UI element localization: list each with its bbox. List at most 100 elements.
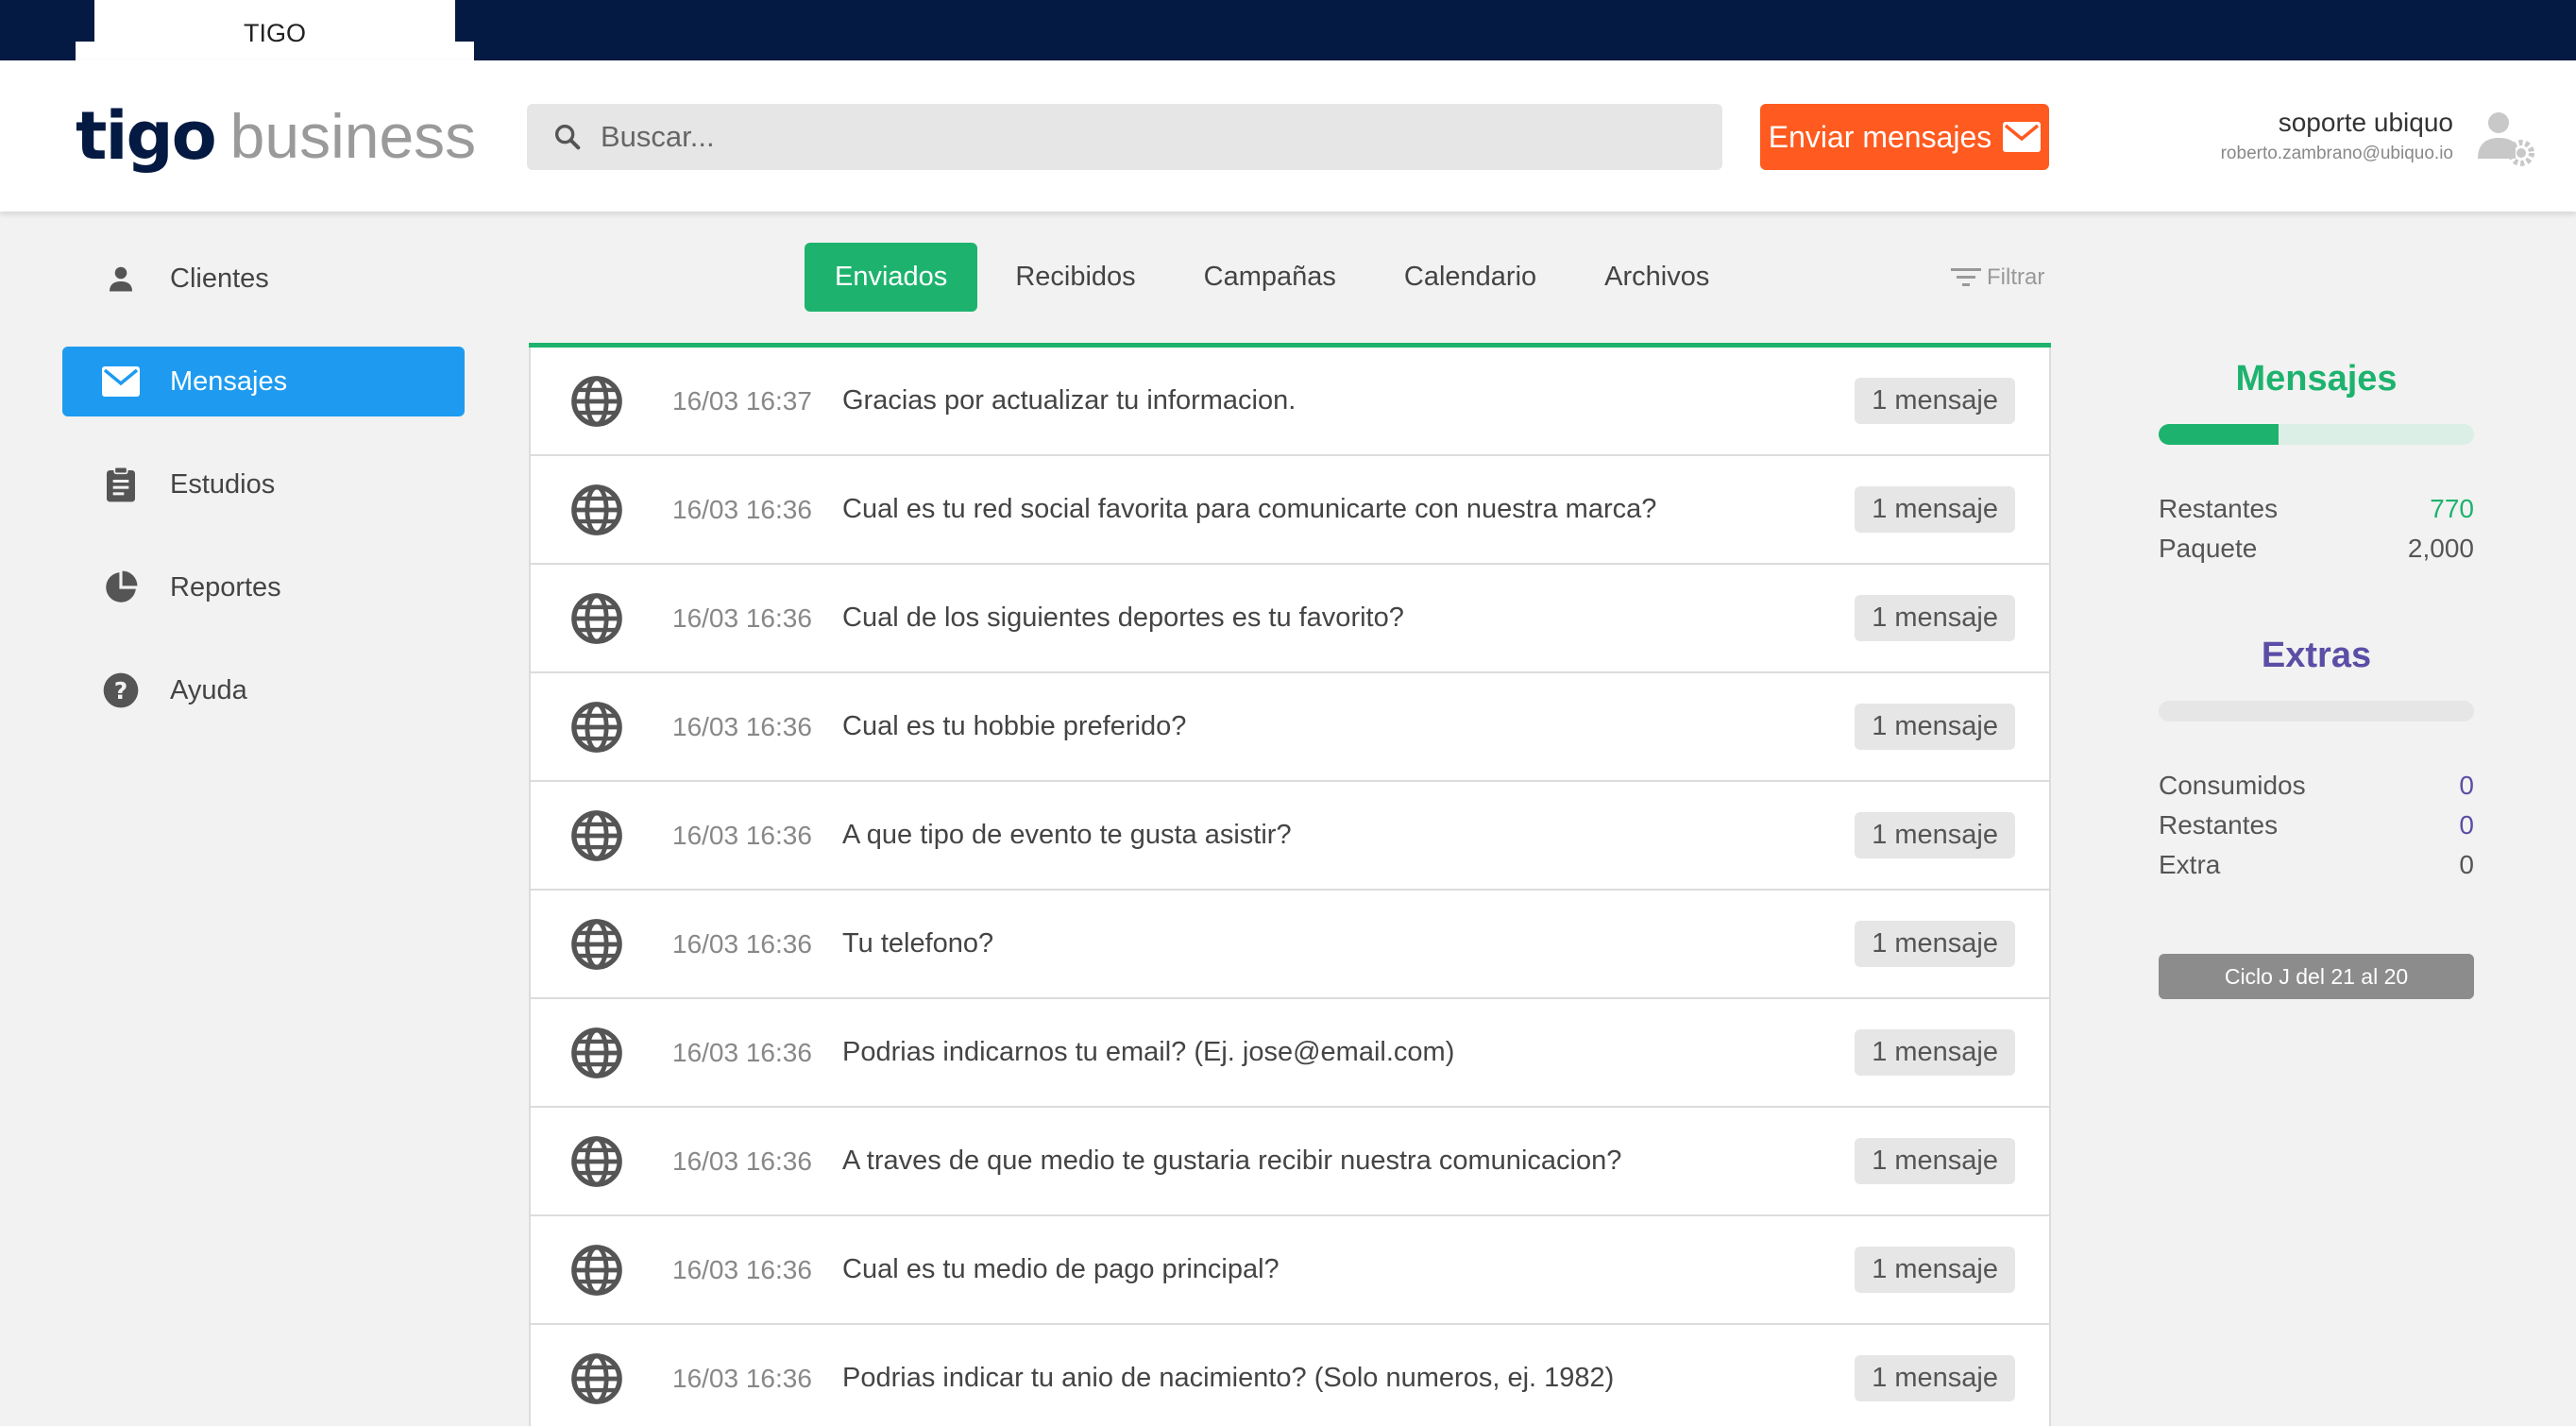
message-text: A traves de que medio te gustaria recibi… [842,1146,1622,1176]
globe-icon [568,1025,625,1081]
message-row[interactable]: 16/03 16:36 Podrias indicarnos tu email? … [529,999,2051,1108]
tab-enviados[interactable]: Enviados [805,243,978,312]
paquete-value: 2,000 [2407,534,2474,563]
message-row[interactable]: 16/03 16:36 A traves de que medio te gust… [529,1108,2051,1216]
message-count-badge: 1 mensaje [1855,704,2015,750]
filter-label: Filtrar [1987,264,2045,290]
window-tab-tigo[interactable]: TIGO [76,0,474,66]
message-text: Cual es tu hobbie preferido? [842,711,1187,741]
message-row[interactable]: 16/03 16:36 Cual de los siguientes deport… [529,565,2051,673]
svg-text:?: ? [114,677,128,705]
message-count-badge: 1 mensaje [1855,486,2015,533]
message-count-badge: 1 mensaje [1855,812,2015,858]
message-row[interactable]: 16/03 16:37 Gracias por actualizar tu inf… [529,348,2051,456]
sidebar-item-label: Ayuda [170,674,247,705]
tab-recibidos[interactable]: Recibidos [985,243,1165,312]
message-count-badge: 1 mensaje [1855,1247,2015,1293]
user-settings-icon[interactable] [2472,106,2538,172]
message-time: 16/03 16:36 [672,1037,812,1067]
message-text: Tu telefono? [842,928,994,959]
mail-icon [93,366,149,397]
sidebar-item-label: Estudios [170,468,276,500]
globe-icon [568,807,625,864]
globe-icon [568,590,625,647]
user-email: roberto.zambrano@ubiquo.io [2220,144,2453,163]
message-time: 16/03 16:36 [672,711,812,741]
sidebar-item-clientes[interactable]: Clientes [62,244,465,314]
message-row[interactable]: 16/03 16:36 Cual es tu medio de pago prin… [529,1216,2051,1325]
message-count-badge: 1 mensaje [1855,921,2015,967]
message-time: 16/03 16:36 [672,1363,812,1393]
extra-value: 0 [2459,850,2474,879]
restantes-row: Restantes 770 [2159,494,2474,524]
filter-button[interactable]: Filtrar [1951,264,2044,291]
mensajes-progress-fill [2159,424,2279,445]
tab-campanas[interactable]: Campañas [1174,243,1366,312]
globe-icon [568,916,625,973]
message-text: Cual de los siguientes deportes es tu fa… [842,603,1404,633]
sidebar-item-ayuda[interactable]: ? Ayuda [62,655,465,725]
sidebar-item-mensajes[interactable]: Mensajes [62,347,465,416]
consumidos-row: Consumidos 0 [2159,771,2474,801]
message-time: 16/03 16:36 [672,1146,812,1176]
message-count-badge: 1 mensaje [1855,595,2015,641]
extra-row: Extra 0 [2159,850,2474,880]
consumidos-value: 0 [2459,771,2474,800]
tigo-business-logo[interactable]: tigo business [76,97,477,175]
paquete-label: Paquete [2159,534,2258,563]
window-tab-label: TIGO [244,18,306,47]
tab-calendario[interactable]: Calendario [1374,243,1567,312]
globe-icon [568,373,625,430]
search-input[interactable] [601,120,1722,154]
message-time: 16/03 16:36 [672,1254,812,1284]
send-messages-button[interactable]: Enviar mensajes [1760,104,2049,170]
extras-title: Extras [2261,636,2372,675]
message-text: Gracias por actualizar tu informacion. [842,385,1296,416]
sidebar-item-label: Clientes [170,263,269,294]
message-time: 16/03 16:36 [672,494,812,524]
message-tabs: Enviados Recibidos Campañas Calendario A… [805,243,1747,312]
message-time: 16/03 16:36 [672,603,812,633]
usage-panel: Mensajes Restantes 770 Paquete 2,000 Ext… [2159,359,2474,999]
message-row[interactable]: 16/03 16:36 Cual es tu hobbie preferido? 1… [529,673,2051,782]
message-text: A que tipo de evento te gusta asistir? [842,820,1292,850]
extras-progress-bar [2159,701,2474,721]
logo-business-text: business [229,101,477,171]
sidebar-item-label: Reportes [170,571,281,603]
sidebar: Clientes Mensajes Estudios Reportes ? Ay… [62,244,465,758]
globe-icon [568,1133,625,1190]
cycle-button[interactable]: Ciclo J del 21 al 20 [2159,954,2474,999]
message-count-badge: 1 mensaje [1855,1029,2015,1076]
person-icon [93,262,149,296]
sidebar-item-reportes[interactable]: Reportes [62,552,465,622]
extra-label: Extra [2159,850,2221,879]
user-info[interactable]: soporte ubiquo roberto.zambrano@ubiquo.i… [2221,108,2453,164]
restantes-label: Restantes [2159,494,2279,523]
globe-icon [568,699,625,755]
message-row[interactable]: 16/03 16:36 Cual es tu red social favorit… [529,456,2051,565]
globe-icon [568,1350,625,1407]
extras-restantes-row: Restantes 0 [2159,810,2474,840]
tab-archivos[interactable]: Archivos [1574,243,1739,312]
pie-chart-icon [93,569,149,605]
message-text: Podrias indicarnos tu email? (Ej. jose@e… [842,1037,1455,1067]
globe-icon [568,1242,625,1299]
header: tigo business Enviar mensajes soporte ub… [0,60,2576,212]
clipboard-icon [93,466,149,503]
message-count-badge: 1 mensaje [1855,1138,2015,1184]
message-row[interactable]: 16/03 16:36 Podrias indicar tu anio de na… [529,1325,2051,1426]
message-count-badge: 1 mensaje [1855,378,2015,424]
filter-icon [1951,266,1981,289]
help-icon: ? [93,671,149,709]
message-time: 16/03 16:37 [672,385,812,416]
mensajes-title: Mensajes [2235,359,2398,399]
logo-tigo-text: tigo [76,97,217,175]
restantes-value: 770 [2430,494,2474,523]
message-row[interactable]: 16/03 16:36 Tu telefono? 1 mensaje [529,891,2051,999]
search-bar [527,104,1722,170]
mail-icon [2003,122,2042,152]
message-row[interactable]: 16/03 16:36 A que tipo de evento te gusta… [529,782,2051,891]
message-text: Podrias indicar tu anio de nacimiento? (… [842,1363,1615,1393]
sidebar-item-estudios[interactable]: Estudios [62,450,465,519]
sidebar-item-label: Mensajes [170,365,288,397]
